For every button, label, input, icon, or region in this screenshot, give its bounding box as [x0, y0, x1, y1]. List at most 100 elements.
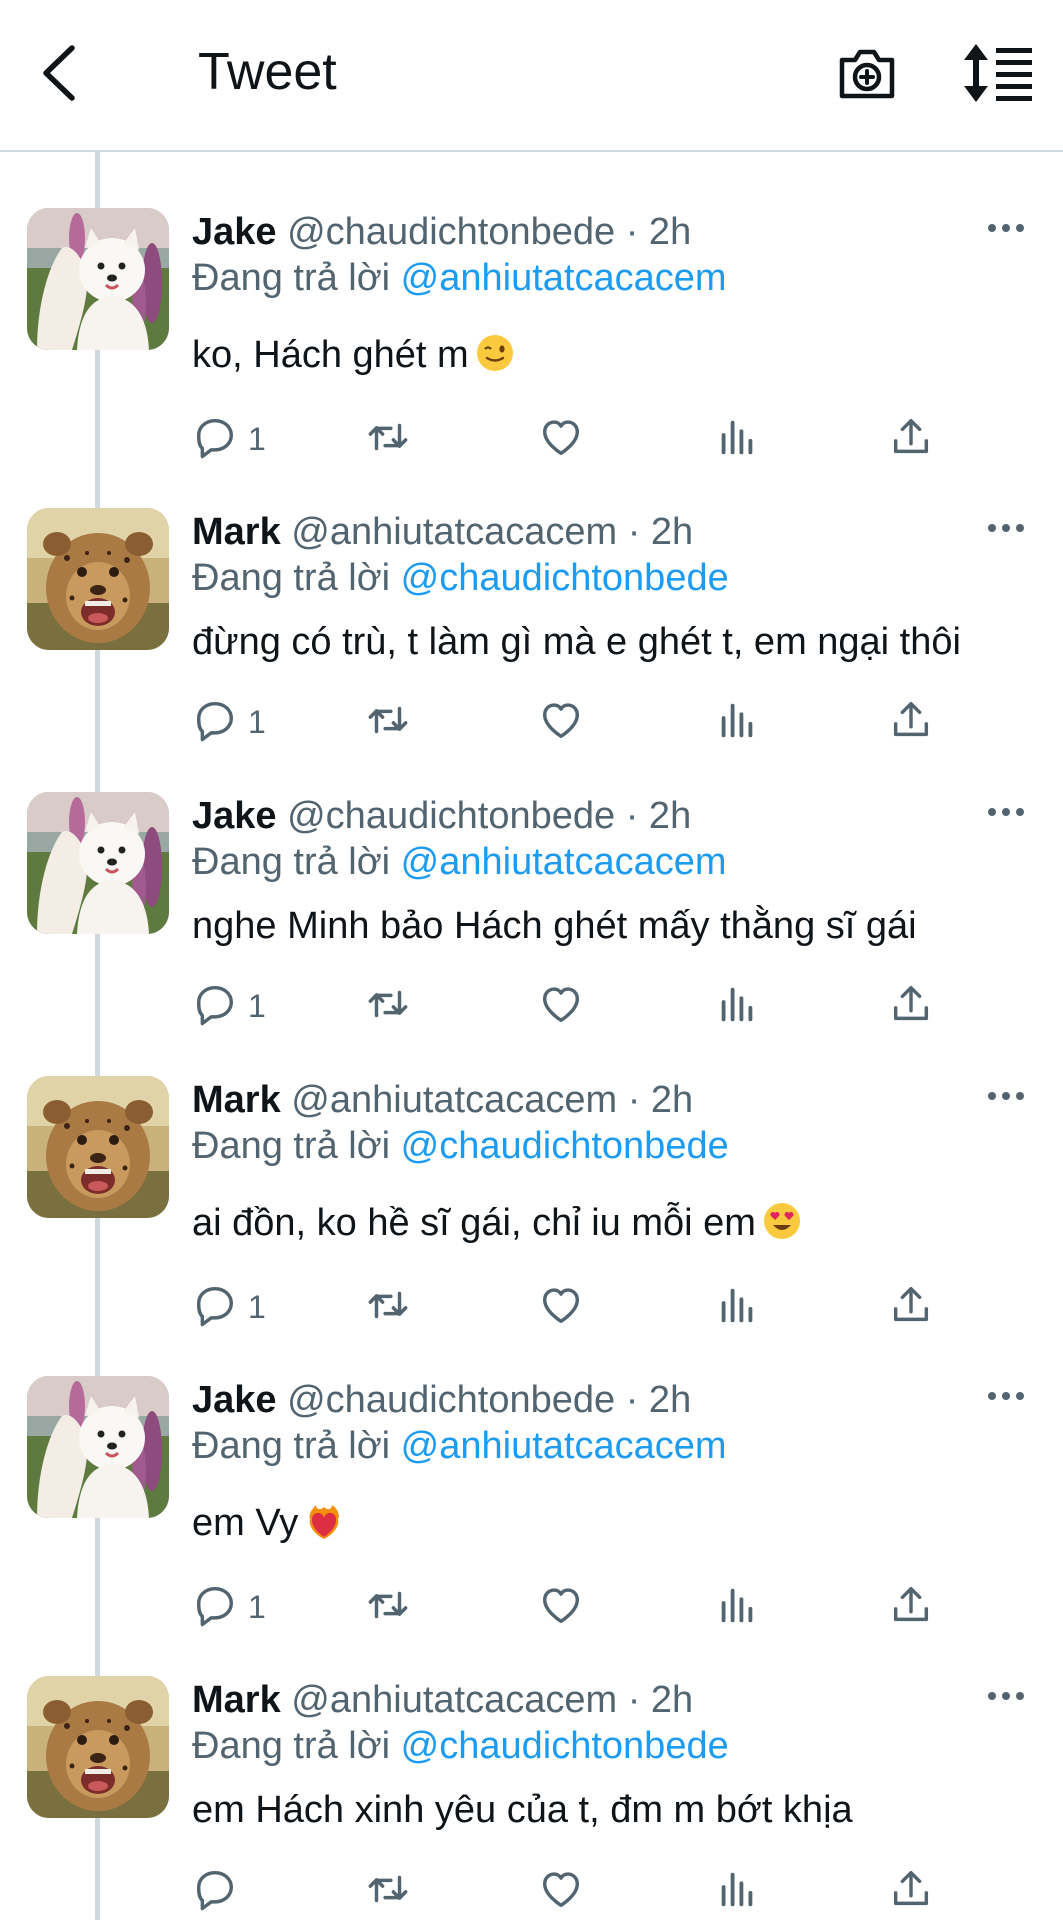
display-name[interactable]: Jake	[192, 1379, 277, 1421]
reply-icon	[192, 1582, 238, 1628]
reply-count: 1	[248, 1289, 266, 1325]
user-handle[interactable]: @anhiutatcacacem	[291, 1679, 617, 1721]
views-button[interactable]	[714, 1582, 764, 1632]
share-button[interactable]	[888, 1282, 938, 1332]
views-button[interactable]	[714, 1866, 764, 1916]
tweet-header: Jake @chaudichtonbede · 2h	[192, 792, 691, 840]
reply-button[interactable]	[192, 1866, 282, 1916]
more-options-icon[interactable]	[986, 522, 1026, 534]
share-button[interactable]	[888, 1582, 938, 1632]
winking-face-emoji-icon	[475, 333, 515, 373]
replying-to-label: Đang trả lời	[192, 1725, 391, 1767]
camera-plus-icon[interactable]	[836, 44, 898, 102]
replying-to-label: Đang trả lời	[192, 557, 391, 599]
more-options-icon[interactable]	[986, 1090, 1026, 1102]
views-button[interactable]	[714, 414, 764, 464]
tweet-header: Mark @anhiutatcacacem · 2h	[192, 508, 693, 556]
replying-to-label: Đang trả lời	[192, 841, 391, 883]
mention-link[interactable]: @anhiutatcacacem	[401, 841, 727, 883]
retweet-button[interactable]	[364, 981, 416, 1031]
mention-link[interactable]: @chaudichtonbede	[401, 557, 729, 599]
heart-on-fire-emoji-icon	[304, 1501, 344, 1541]
more-options-icon[interactable]	[986, 222, 1026, 234]
tweet-actions: 1	[0, 1582, 1063, 1632]
mention-link[interactable]: @anhiutatcacacem	[401, 1425, 727, 1467]
timestamp: · 2h	[627, 511, 694, 553]
tweet-actions: 1	[0, 1282, 1063, 1332]
retweet-button[interactable]	[364, 1282, 416, 1332]
replying-to: Đang trả lời @chaudichtonbede	[192, 554, 729, 602]
retweet-button[interactable]	[364, 1866, 416, 1916]
tweet-text-content: ko, Hách ghét m	[192, 334, 469, 376]
tweet-text-content: em Hách xinh yêu của t, đm m bớt khịa	[192, 1789, 853, 1831]
like-button[interactable]	[538, 981, 590, 1031]
avatar[interactable]	[27, 1376, 169, 1518]
retweet-button[interactable]	[364, 697, 416, 747]
reply-icon	[192, 697, 238, 743]
reply-icon	[192, 414, 238, 460]
like-icon	[538, 414, 584, 460]
more-options-icon[interactable]	[986, 1690, 1026, 1702]
views-button[interactable]	[714, 981, 764, 1031]
views-icon	[714, 697, 760, 743]
like-icon	[538, 1282, 584, 1328]
like-button[interactable]	[538, 414, 590, 464]
like-button[interactable]	[538, 1282, 590, 1332]
user-handle[interactable]: @chaudichtonbede	[287, 1379, 615, 1421]
page-title: Tweet	[198, 43, 337, 101]
mention-link[interactable]: @chaudichtonbede	[401, 1725, 729, 1767]
share-button[interactable]	[888, 1866, 938, 1916]
tweet-header: Jake @chaudichtonbede · 2h	[192, 1376, 691, 1424]
tweet-text-content: ai đồn, ko hề sĩ gái, chỉ iu mỗi em	[192, 1202, 756, 1244]
timestamp: · 2h	[625, 795, 692, 837]
retweet-button[interactable]	[364, 414, 416, 464]
share-button[interactable]	[888, 981, 938, 1031]
replying-to: Đang trả lời @anhiutatcacacem	[192, 838, 727, 886]
display-name[interactable]: Jake	[192, 211, 277, 253]
user-handle[interactable]: @chaudichtonbede	[287, 211, 615, 253]
share-icon	[888, 697, 934, 743]
tweet-text-content: nghe Minh bảo Hách ghét mấy thằng sĩ gái	[192, 905, 917, 947]
heart-eyes-face-emoji-icon	[762, 1201, 802, 1241]
views-icon	[714, 1582, 760, 1628]
like-button[interactable]	[538, 1582, 590, 1632]
reply-button[interactable]: 1	[192, 1282, 282, 1332]
mention-link[interactable]: @anhiutatcacacem	[401, 257, 727, 299]
like-button[interactable]	[538, 1866, 590, 1916]
avatar[interactable]	[27, 208, 169, 350]
display-name[interactable]: Mark	[192, 1079, 281, 1121]
views-button[interactable]	[714, 697, 764, 747]
reply-button[interactable]: 1	[192, 414, 282, 464]
mention-link[interactable]: @chaudichtonbede	[401, 1125, 729, 1167]
timestamp: · 2h	[625, 1379, 692, 1421]
like-button[interactable]	[538, 697, 590, 747]
avatar[interactable]	[27, 508, 169, 650]
avatar[interactable]	[27, 1676, 169, 1818]
avatar[interactable]	[27, 792, 169, 934]
views-button[interactable]	[714, 1282, 764, 1332]
tweet-text-content: đừng có trù, t làm gì mà e ghét t, em ng…	[192, 621, 961, 663]
replying-to-label: Đang trả lời	[192, 1125, 391, 1167]
display-name[interactable]: Jake	[192, 795, 277, 837]
display-name[interactable]: Mark	[192, 511, 281, 553]
more-options-icon[interactable]	[986, 1390, 1026, 1402]
chevron-left-icon[interactable]	[36, 44, 84, 102]
user-handle[interactable]: @anhiutatcacacem	[291, 1079, 617, 1121]
tweet-text: ai đồn, ko hề sĩ gái, chỉ iu mỗi em	[192, 1198, 802, 1248]
tweet-header: Jake @chaudichtonbede · 2h	[192, 208, 691, 256]
user-handle[interactable]: @chaudichtonbede	[287, 795, 615, 837]
retweet-button[interactable]	[364, 1582, 416, 1632]
retweet-icon	[364, 1866, 412, 1912]
display-name[interactable]: Mark	[192, 1679, 281, 1721]
tweet-header: Mark @anhiutatcacacem · 2h	[192, 1076, 693, 1124]
tweet-text: em Hách xinh yêu của t, đm m bớt khịa	[192, 1785, 853, 1835]
reply-button[interactable]: 1	[192, 981, 282, 1031]
share-button[interactable]	[888, 697, 938, 747]
share-button[interactable]	[888, 414, 938, 464]
reply-button[interactable]: 1	[192, 1582, 282, 1632]
user-handle[interactable]: @anhiutatcacacem	[291, 511, 617, 553]
reply-button[interactable]: 1	[192, 697, 282, 747]
more-options-icon[interactable]	[986, 806, 1026, 818]
sort-list-icon[interactable]	[962, 42, 1034, 104]
avatar[interactable]	[27, 1076, 169, 1218]
